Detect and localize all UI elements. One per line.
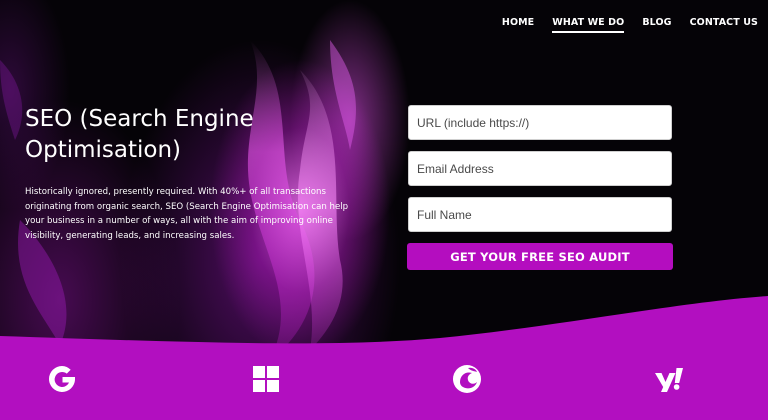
nav-blog[interactable]: BLOG [642,17,671,33]
main-nav: HOME WHAT WE DO BLOG CONTACT US [502,17,758,33]
seo-audit-form: GET YOUR FREE SEO AUDIT [407,105,673,270]
duckduckgo-logo-icon [453,365,481,393]
yahoo-logo-icon [655,368,683,392]
nav-what-we-do[interactable]: WHAT WE DO [552,17,625,33]
google-logo-icon [49,366,75,392]
full-name-input[interactable] [408,197,672,232]
free-seo-audit-button[interactable]: GET YOUR FREE SEO AUDIT [407,243,673,270]
url-input[interactable] [408,105,672,140]
nav-contact-us[interactable]: CONTACT US [690,17,758,33]
page-title: SEO (Search Engine Optimisation) [25,106,254,163]
hero-description: Historically ignored, presently required… [25,187,349,241]
windows-logo-icon [253,366,279,392]
email-input[interactable] [408,151,672,186]
nav-home[interactable]: HOME [502,17,534,33]
